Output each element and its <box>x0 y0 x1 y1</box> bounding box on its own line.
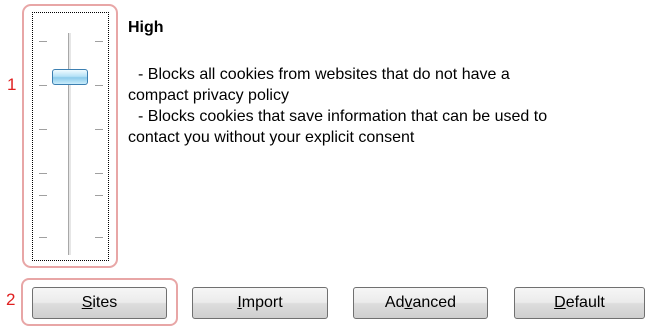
slider-tick <box>39 237 47 238</box>
annotation-label-1: 1 <box>7 75 17 94</box>
default-button-mnemonic: D <box>554 294 566 311</box>
slider-tick <box>39 129 47 130</box>
slider-track[interactable] <box>68 33 72 255</box>
slider-tick <box>95 85 103 86</box>
advanced-button[interactable]: Advanced <box>353 287 488 319</box>
description-line: contact you without your explicit consen… <box>128 129 415 146</box>
sites-button-mnemonic: S <box>81 294 93 311</box>
privacy-level-description: - Blocks all cookies from websites that … <box>128 64 638 148</box>
import-button[interactable]: Import <box>192 287 328 319</box>
slider-thumb[interactable] <box>52 69 88 85</box>
slider-tick <box>95 129 103 130</box>
description-line: - Blocks cookies that save information t… <box>138 108 548 125</box>
slider-tick <box>39 195 47 196</box>
privacy-settings-panel: 1 High - Blocks all cookies from website… <box>0 0 645 326</box>
advanced-button-label-pre: Ad <box>384 294 405 311</box>
default-button-label: efault <box>565 294 605 311</box>
slider-tick <box>95 195 103 196</box>
slider-tick <box>95 41 103 42</box>
default-button[interactable]: Default <box>514 287 645 319</box>
privacy-level-slider[interactable] <box>32 12 109 261</box>
sites-button[interactable]: Sites <box>32 287 167 319</box>
slider-tick <box>95 173 103 174</box>
description-line: - Blocks all cookies from websites that … <box>138 66 510 83</box>
annotation-label-2: 2 <box>6 290 16 309</box>
import-button-label: mport <box>241 294 283 311</box>
slider-tick <box>39 41 47 42</box>
slider-tick <box>39 85 47 86</box>
slider-tick <box>95 237 103 238</box>
advanced-button-label: anced <box>412 294 457 311</box>
privacy-level-title: High <box>128 19 164 36</box>
description-line: compact privacy policy <box>128 87 289 104</box>
slider-tick <box>39 173 47 174</box>
sites-button-label: ites <box>92 294 118 311</box>
